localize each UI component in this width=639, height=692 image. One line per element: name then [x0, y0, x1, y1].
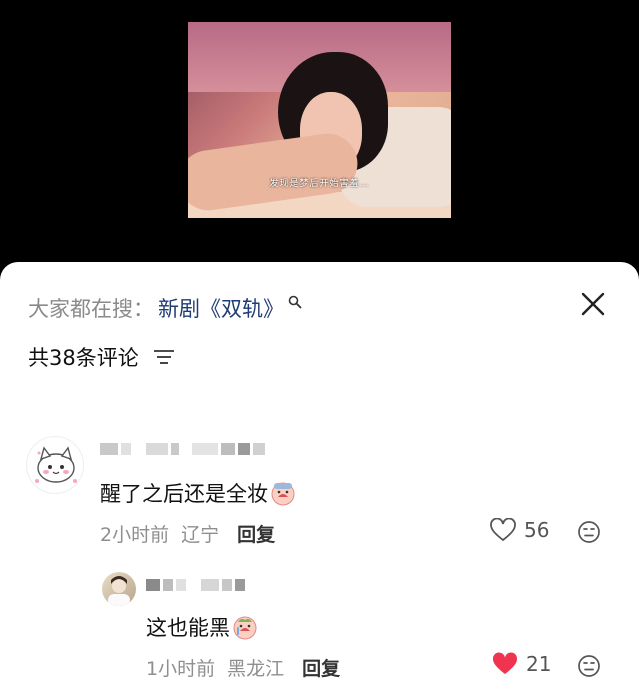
like-button[interactable]: 56 — [490, 518, 549, 542]
comment-location: 辽宁 — [181, 524, 220, 546]
comment-meta: 1小时前 黑龙江 回复 — [146, 654, 340, 681]
avatar[interactable] — [26, 436, 84, 494]
comments-sheet: 大家都在搜： 新剧《双轨》 共38条评论 醒了之后还是全妆 2小时前 辽宁 回复… — [0, 262, 639, 692]
crying-emoji-icon — [233, 616, 257, 640]
heart-outline-icon — [490, 518, 516, 542]
comment-count-row: 共38条评论 — [28, 342, 175, 372]
comment-text: 醒了之后还是全妆 — [100, 478, 296, 508]
dislike-emoji-icon[interactable] — [577, 654, 601, 678]
like-button[interactable]: 21 — [492, 652, 551, 676]
search-term-link[interactable]: 新剧《双轨》 — [158, 293, 284, 323]
user-photo-avatar-icon — [108, 576, 130, 606]
video-player[interactable]: 发现是梦后开始害羞… — [0, 0, 639, 280]
heart-filled-icon — [492, 652, 518, 674]
comment-time: 1小时前 — [146, 658, 216, 680]
search-icon — [288, 295, 302, 309]
reply-item: 这也能黑 1小时前 黑龙江 回复 21 — [0, 566, 639, 686]
reply-button[interactable]: 回复 — [302, 654, 340, 681]
search-prefix: 大家都在搜： — [28, 297, 154, 321]
comment-item: 醒了之后还是全妆 2小时前 辽宁 回复 56 — [0, 432, 639, 552]
video-subtitle: 发现是梦后开始害羞… — [269, 179, 370, 189]
comment-text: 这也能黑 — [146, 612, 258, 642]
avatar[interactable] — [102, 572, 136, 606]
comment-location: 黑龙江 — [227, 658, 285, 680]
video-thumbnail[interactable]: 发现是梦后开始害羞… — [188, 22, 451, 218]
like-count: 56 — [524, 518, 550, 542]
comment-body: 醒了之后还是全妆 — [100, 482, 268, 506]
close-icon[interactable] — [579, 290, 607, 318]
crying-emoji-icon — [271, 482, 295, 506]
search-suggestion[interactable]: 大家都在搜： 新剧《双轨》 — [28, 294, 302, 322]
username-blurred[interactable] — [146, 576, 245, 594]
comment-time: 2小时前 — [100, 524, 170, 546]
username-blurred[interactable] — [100, 440, 265, 458]
like-count: 21 — [526, 652, 552, 676]
reply-button[interactable]: 回复 — [237, 520, 275, 547]
sort-icon[interactable] — [153, 348, 175, 366]
cat-avatar-icon — [35, 446, 77, 483]
dislike-emoji-icon[interactable] — [577, 520, 601, 544]
comment-body: 这也能黑 — [146, 616, 230, 640]
comment-count: 共38条评论 — [28, 346, 139, 370]
comment-meta: 2小时前 辽宁 回复 — [100, 520, 275, 547]
